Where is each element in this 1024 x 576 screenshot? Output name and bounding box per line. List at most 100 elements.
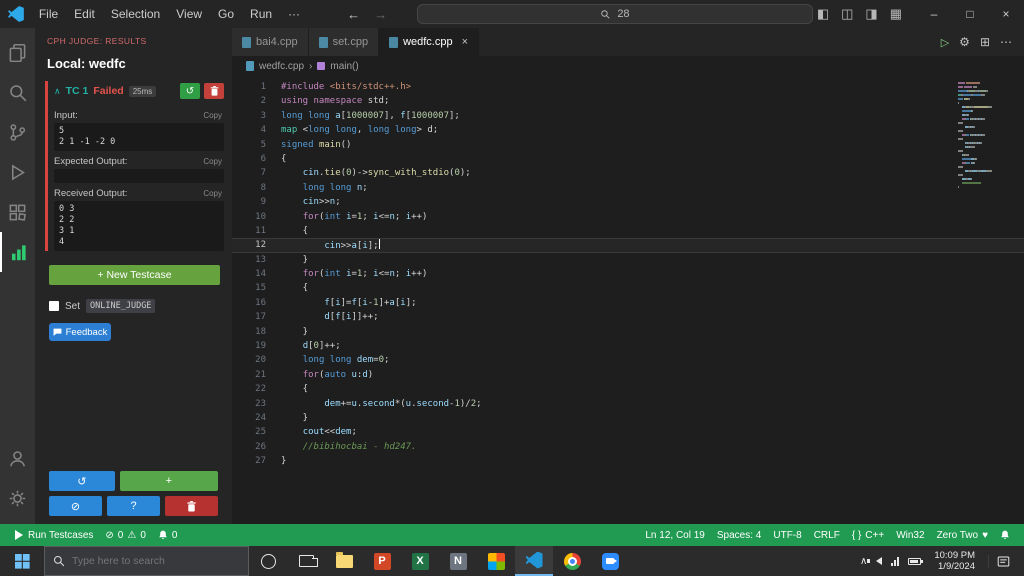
tray-chevron-icon[interactable]: ∧: [860, 556, 867, 567]
customize-layout-icon[interactable]: ▦: [886, 4, 906, 24]
tab-set.cpp[interactable]: set.cpp: [308, 28, 380, 56]
statusbar-bell[interactable]: [994, 524, 1016, 546]
taskbar-app-cortana[interactable]: [249, 546, 287, 576]
add-testcase-button[interactable]: +: [119, 471, 218, 491]
close-button[interactable]: ×: [988, 0, 1024, 28]
code-line[interactable]: 3 long long a[1000007], f[1000007];: [232, 109, 1024, 123]
history-back-icon[interactable]: ←: [347, 7, 360, 22]
activity-settings-icon[interactable]: [0, 478, 35, 518]
taskbar-clock[interactable]: 10:09 PM 1/9/2024: [930, 550, 979, 572]
menu-[interactable]: ···: [281, 4, 307, 24]
code-line[interactable]: 4 map <long long, long long> d;: [232, 123, 1024, 137]
taskbar-search[interactable]: [44, 546, 249, 576]
code-line[interactable]: 22 {: [232, 382, 1024, 396]
code-line[interactable]: 9 cin>>n;: [232, 195, 1024, 209]
minimize-button[interactable]: –: [916, 0, 952, 28]
feedback-button[interactable]: Feedback: [49, 323, 111, 341]
taskbar-app-photos[interactable]: [477, 546, 515, 576]
breadcrumb-symbol[interactable]: main(): [330, 61, 358, 72]
eol-indicator[interactable]: CRLF: [808, 524, 846, 546]
menu-go[interactable]: Go: [211, 4, 241, 24]
taskbar-app-excel[interactable]: X: [401, 546, 439, 576]
network-icon[interactable]: [891, 556, 900, 566]
section-content[interactable]: 52 1 -1 -2 0: [54, 123, 224, 151]
toggle-panel-icon[interactable]: ◫: [837, 4, 857, 24]
copy-button[interactable]: Copy: [203, 157, 222, 166]
taskbar-app-notepad[interactable]: N: [439, 546, 477, 576]
code-line[interactable]: 26 //bibihocbai - hd247.: [232, 440, 1024, 454]
code-line[interactable]: 14 for(int i=1; i<=n; i++): [232, 267, 1024, 281]
taskbar-app-zoom[interactable]: [591, 546, 629, 576]
delete-testcase-button[interactable]: [204, 83, 224, 99]
tab-bai4.cpp[interactable]: bai4.cpp: [232, 28, 309, 56]
restore-button[interactable]: □: [952, 0, 988, 28]
code-line[interactable]: 1 #include <bits/stdc++.h>: [232, 80, 1024, 94]
history-forward-icon[interactable]: →: [374, 7, 387, 22]
activity-run-debug-icon[interactable]: [0, 152, 35, 192]
platform-indicator[interactable]: Win32: [890, 524, 930, 546]
copy-button[interactable]: Copy: [203, 189, 222, 198]
activity-explorer-icon[interactable]: [0, 32, 35, 72]
code-line[interactable]: 16 f[i]=f[i-1]+a[i];: [232, 296, 1024, 310]
code-line[interactable]: 12 cin>>a[i];: [232, 238, 1024, 253]
breadcrumb-file[interactable]: wedfc.cpp: [259, 61, 304, 72]
menu-file[interactable]: File: [32, 4, 65, 24]
minimap[interactable]: [958, 82, 1010, 190]
menu-selection[interactable]: Selection: [104, 4, 167, 24]
code-line[interactable]: 2 using namespace std;: [232, 94, 1024, 108]
code-line[interactable]: 24 }: [232, 411, 1024, 425]
activity-search-icon[interactable]: [0, 72, 35, 112]
problems-indicator[interactable]: ⊘ 0 ⚠ 0: [99, 524, 151, 546]
start-button[interactable]: [0, 546, 44, 576]
command-center-search[interactable]: 28: [417, 4, 813, 24]
section-content[interactable]: [54, 169, 224, 183]
battery-icon[interactable]: [908, 557, 924, 565]
code-line[interactable]: 5 signed main(): [232, 138, 1024, 152]
taskbar-app-vscode[interactable]: [515, 546, 553, 576]
taskbar-search-input[interactable]: [72, 555, 222, 567]
split-editor-icon[interactable]: ⊞: [980, 35, 990, 49]
code-line[interactable]: 18 }: [232, 325, 1024, 339]
menu-run[interactable]: Run: [243, 4, 279, 24]
code-line[interactable]: 10 for(int i=1; i<=n; i++): [232, 210, 1024, 224]
toggle-sidebar-icon[interactable]: ◧: [813, 4, 833, 24]
delete-all-button[interactable]: [165, 496, 218, 516]
code-line[interactable]: 11 {: [232, 224, 1024, 238]
new-testcase-button[interactable]: + New Testcase: [49, 265, 220, 285]
menu-edit[interactable]: Edit: [67, 4, 102, 24]
code-line[interactable]: 25 cout<<dem;: [232, 425, 1024, 439]
language-mode[interactable]: { } C++: [846, 524, 890, 546]
close-tab-icon[interactable]: ×: [462, 36, 468, 48]
stop-button[interactable]: ⊘: [49, 496, 102, 516]
activity-cph-judge-icon[interactable]: [0, 232, 35, 272]
code-line[interactable]: 17 d[f[i]]++;: [232, 310, 1024, 324]
code-line[interactable]: 13 }: [232, 253, 1024, 267]
toggle-secondary-sidebar-icon[interactable]: ◨: [861, 4, 881, 24]
online-judge-checkbox[interactable]: [49, 301, 59, 311]
code-line[interactable]: 23 dem+=u.second*(u.second-1)/2;: [232, 397, 1024, 411]
taskbar-app-task-view[interactable]: [287, 546, 325, 576]
notifications-indicator[interactable]: 0: [152, 524, 184, 546]
code-line[interactable]: 27}: [232, 454, 1024, 468]
more-actions-icon[interactable]: ⋯: [1000, 35, 1012, 49]
speaker-icon[interactable]: [867, 557, 883, 565]
encoding-indicator[interactable]: UTF-8: [767, 524, 807, 546]
taskbar-app-chrome[interactable]: [553, 546, 591, 576]
tab-wedfc.cpp[interactable]: wedfc.cpp ×: [379, 28, 480, 56]
code-line[interactable]: 15 {: [232, 281, 1024, 295]
code-line[interactable]: 8 long long n;: [232, 181, 1024, 195]
action-center-button[interactable]: [988, 554, 1018, 568]
collapse-chevron-icon[interactable]: ∧: [54, 86, 61, 97]
rerun-testcase-button[interactable]: ↺: [180, 83, 200, 99]
cursor-position[interactable]: Ln 12, Col 19: [639, 524, 711, 546]
theme-indicator[interactable]: Zero Two ♥: [931, 524, 994, 546]
taskbar-app-file-explorer[interactable]: [325, 546, 363, 576]
code-editor[interactable]: 1 #include <bits/stdc++.h> 2 using namespac…: [232, 76, 1024, 524]
code-line[interactable]: 19 d[0]++;: [232, 339, 1024, 353]
code-line[interactable]: 7 cin.tie(0)->sync_with_stdio(0);: [232, 166, 1024, 180]
taskbar-app-powerpoint[interactable]: P: [363, 546, 401, 576]
help-button[interactable]: ?: [107, 496, 160, 516]
run-file-button[interactable]: ▷: [941, 36, 949, 49]
menu-view[interactable]: View: [169, 4, 209, 24]
rerun-all-button[interactable]: ↺: [49, 471, 115, 491]
